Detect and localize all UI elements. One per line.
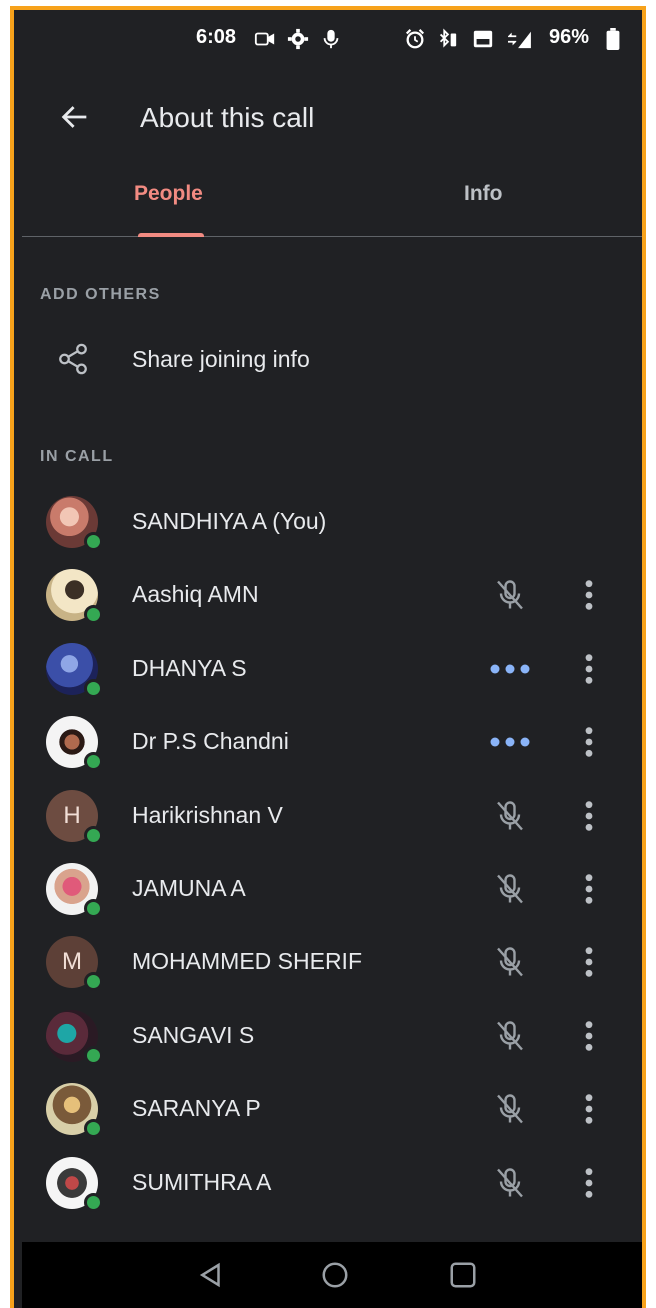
section-heading-in-call: IN CALL	[40, 448, 114, 465]
online-indicator	[84, 678, 103, 698]
online-indicator	[84, 972, 103, 992]
mic-off-icon	[497, 800, 523, 830]
participant-row[interactable]: SUMITHRA A	[22, 1149, 642, 1222]
online-indicator	[84, 605, 103, 625]
more-vert-icon[interactable]	[582, 1019, 596, 1053]
nav-home-icon[interactable]	[320, 1260, 350, 1290]
more-vert-icon[interactable]	[582, 1166, 596, 1200]
participant-row[interactable]: H Harikrishnan V	[22, 782, 642, 855]
page-title: About this call	[140, 102, 315, 133]
battery-icon	[606, 28, 620, 50]
online-indicator	[84, 1119, 103, 1139]
talking-indicator-icon	[490, 737, 530, 747]
online-indicator	[84, 1192, 103, 1212]
participant-name: Aashiq AMN	[132, 581, 259, 608]
mic-off-icon	[497, 874, 523, 904]
online-indicator	[84, 898, 103, 918]
mic-off-icon	[497, 947, 523, 977]
participant-row[interactable]: SANDHIYA A (You)	[22, 488, 642, 561]
participant-row[interactable]: SARANYA P	[22, 1075, 642, 1148]
tab-indicator	[138, 233, 204, 237]
section-heading-add-others: ADD OTHERS	[40, 286, 161, 303]
participant-name: SUMITHRA A	[132, 1168, 272, 1195]
more-vert-icon[interactable]	[582, 799, 596, 833]
participant-list: SANDHIYA A (You) Aashiq AMN DHANYA S Dr …	[22, 488, 642, 1222]
tab-bar: People Info	[22, 164, 642, 237]
bluetooth-battery-icon	[439, 28, 457, 48]
participant-name: SARANYA P	[132, 1095, 261, 1122]
share-joining-info-button[interactable]: Share joining info	[22, 328, 642, 390]
alarm-icon	[405, 29, 425, 49]
mic-off-icon	[497, 1094, 523, 1124]
battery-percent: 96%	[549, 26, 590, 48]
tab-people[interactable]: People	[134, 182, 203, 206]
more-vert-icon[interactable]	[582, 872, 596, 906]
participant-name: JAMUNA A	[132, 874, 246, 901]
share-joining-info-label: Share joining info	[132, 346, 310, 372]
tab-info[interactable]: Info	[464, 182, 502, 206]
more-vert-icon[interactable]	[582, 578, 596, 612]
talking-indicator-icon	[490, 664, 530, 674]
participant-name: Harikrishnan V	[132, 801, 283, 828]
participant-row[interactable]: Dr P.S Chandni	[22, 708, 642, 781]
app-bar: About this call	[22, 84, 642, 148]
participant-name: SANGAVI S	[132, 1021, 255, 1048]
signal-4g-icon	[508, 31, 531, 49]
participant-row[interactable]: JAMUNA A	[22, 855, 642, 928]
more-vert-icon[interactable]	[582, 725, 596, 759]
participant-row[interactable]: DHANYA S	[22, 635, 642, 708]
online-indicator	[84, 825, 103, 845]
more-vert-icon[interactable]	[582, 945, 596, 979]
mic-off-icon	[497, 1021, 523, 1051]
participant-name: MOHAMMED SHERIF	[132, 948, 362, 975]
mic-off-icon	[497, 1167, 523, 1197]
participant-name: SANDHIYA A (You)	[132, 508, 327, 534]
share-icon	[59, 343, 87, 375]
mic-off-icon	[497, 580, 523, 610]
more-vert-icon[interactable]	[582, 1092, 596, 1126]
participant-row[interactable]: Aashiq AMN	[22, 561, 642, 634]
nav-back-icon[interactable]	[196, 1260, 226, 1290]
online-indicator	[84, 532, 103, 551]
phone-screen: 6:08 96% About this call People Info ADD…	[22, 12, 642, 1308]
arrow-left-icon[interactable]	[58, 100, 92, 134]
system-navigation-bar	[22, 1242, 642, 1308]
volte-icon	[473, 30, 493, 48]
microphone-icon	[323, 29, 339, 49]
participant-row[interactable]: SANGAVI S	[22, 1002, 642, 1075]
video-camera-icon	[254, 32, 275, 46]
gear-icon	[287, 28, 309, 50]
participant-row[interactable]: M MOHAMMED SHERIF	[22, 928, 642, 1001]
more-vert-icon[interactable]	[582, 652, 596, 686]
nav-recents-icon[interactable]	[448, 1260, 478, 1290]
participant-name: DHANYA S	[132, 654, 247, 681]
participant-name: Dr P.S Chandni	[132, 728, 289, 755]
online-indicator	[84, 752, 103, 772]
status-bar: 6:08 96%	[22, 12, 642, 68]
online-indicator	[84, 1045, 103, 1065]
screenshot-frame: 6:08 96% About this call People Info ADD…	[10, 6, 646, 1308]
status-time: 6:08	[196, 26, 237, 48]
